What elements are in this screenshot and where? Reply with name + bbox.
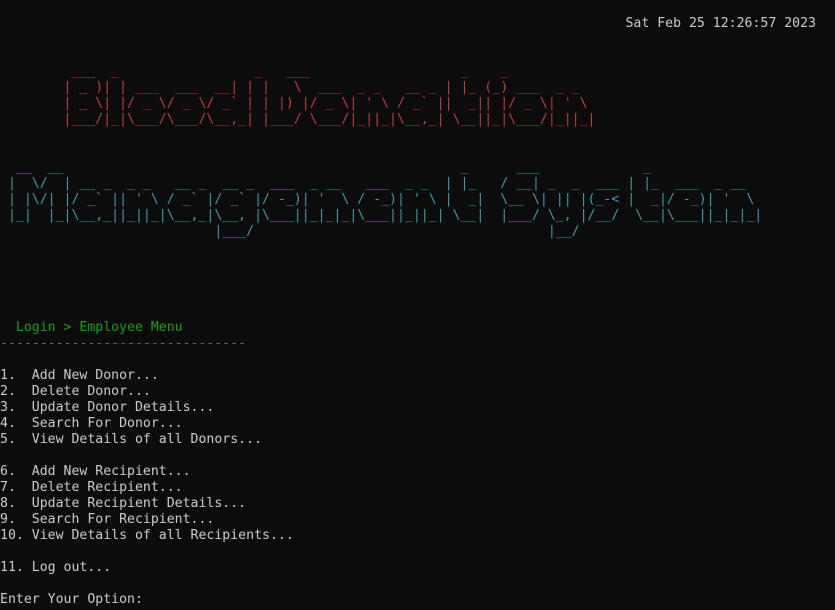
menu-item-view-recipients[interactable]: 10. View Details of all Recipients... bbox=[0, 528, 294, 544]
menu-item-view-donors[interactable]: 5. View Details of all Donors... bbox=[0, 432, 294, 448]
option-prompt: Enter Your Option: bbox=[0, 592, 161, 608]
banner-title-management-system: __ __ _ ___ _ | \/ | __ _ _ _ __ _ __ _ … bbox=[7, 160, 763, 239]
menu-item-update-donor[interactable]: 3. Update Donor Details... bbox=[0, 400, 294, 416]
menu-item-delete-recipient[interactable]: 7. Delete Recipient... bbox=[0, 480, 294, 496]
breadcrumb: Login > Employee Menu bbox=[0, 320, 183, 335]
menu-item-search-recipient[interactable]: 9. Search For Recipient... bbox=[0, 512, 294, 528]
system-clock: Sat Feb 25 12:26:57 2023 bbox=[625, 16, 816, 31]
menu-spacer bbox=[0, 544, 294, 560]
menu-item-update-recipient[interactable]: 8. Update Recipient Details... bbox=[0, 496, 294, 512]
menu-item-add-recipient[interactable]: 6. Add New Recipient... bbox=[0, 464, 294, 480]
menu-item-logout[interactable]: 11. Log out... bbox=[0, 560, 294, 576]
banner-title-blood-donation: ___ _ _ ___ _ _ | _ )| | ___ ___ __| | |… bbox=[63, 64, 596, 127]
menu-item-delete-donor[interactable]: 2. Delete Donor... bbox=[0, 384, 294, 400]
option-input[interactable] bbox=[151, 592, 161, 606]
menu-item-search-donor[interactable]: 4. Search For Donor... bbox=[0, 416, 294, 432]
menu-item-add-donor[interactable]: 1. Add New Donor... bbox=[0, 368, 294, 384]
employee-menu: 1. Add New Donor... 2. Delete Donor... 3… bbox=[0, 368, 294, 576]
menu-spacer bbox=[0, 448, 294, 464]
option-prompt-label: Enter Your Option: bbox=[0, 592, 151, 607]
breadcrumb-divider: ------------------------------- bbox=[0, 336, 247, 351]
